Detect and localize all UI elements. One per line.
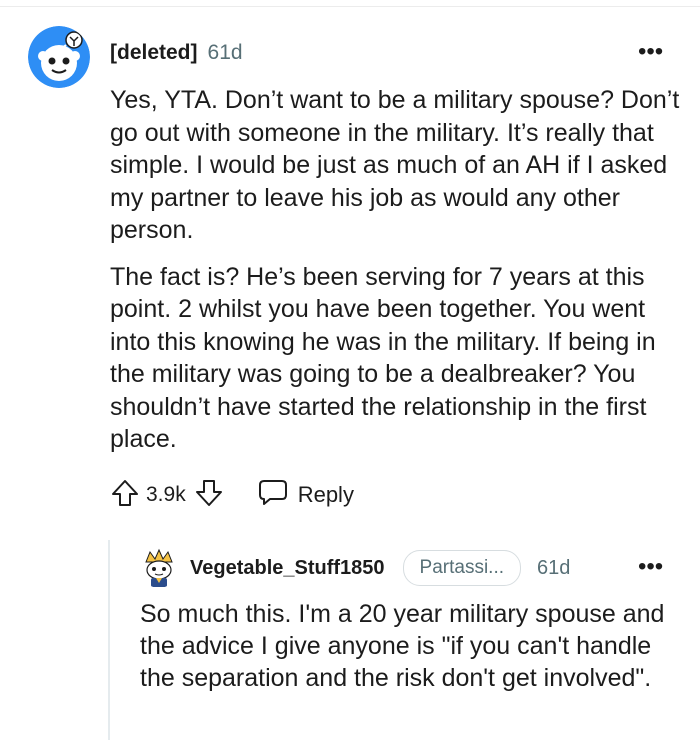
comment-body: Yes, YTA. Don’t want to be a military sp… <box>110 84 680 456</box>
reply-button[interactable]: Reply <box>258 478 354 512</box>
comment-paragraph: Yes, YTA. Don’t want to be a military sp… <box>110 86 680 244</box>
reply-username[interactable]: Vegetable_Stuff1850 <box>190 557 385 580</box>
reply-more-options-icon[interactable]: ••• <box>638 555 663 579</box>
comment-actions: 3.9k Reply <box>110 478 354 512</box>
comment-header: [deleted] 61d <box>110 38 243 68</box>
speech-bubble-icon <box>258 478 288 512</box>
username[interactable]: [deleted] <box>110 41 198 65</box>
downvote-arrow-icon[interactable] <box>194 478 224 513</box>
reply-header: Vegetable_Stuff1850 Partassi... 61d <box>190 550 571 586</box>
comment-paragraph: The fact is? He’s been serving for 7 yea… <box>110 262 656 454</box>
reply-text: So much this. I'm a 20 year military spo… <box>140 600 665 692</box>
timestamp: 61d <box>207 41 243 64</box>
top-divider <box>0 6 700 7</box>
vote-count: 3.9k <box>146 483 186 506</box>
more-options-icon[interactable]: ••• <box>638 40 663 64</box>
snoo-avatar-icon <box>28 26 90 88</box>
upvote-arrow-icon[interactable] <box>110 478 140 513</box>
avatar[interactable] <box>28 26 90 88</box>
thread-line[interactable] <box>108 540 110 740</box>
user-flair[interactable]: Partassi... <box>402 550 522 586</box>
reply-timestamp: 61d <box>537 556 571 579</box>
reply-label: Reply <box>297 482 354 507</box>
snoo-custom-avatar-icon <box>140 548 178 587</box>
reply-body: So much this. I'm a 20 year military spo… <box>140 598 685 694</box>
reply-avatar[interactable] <box>140 548 178 588</box>
